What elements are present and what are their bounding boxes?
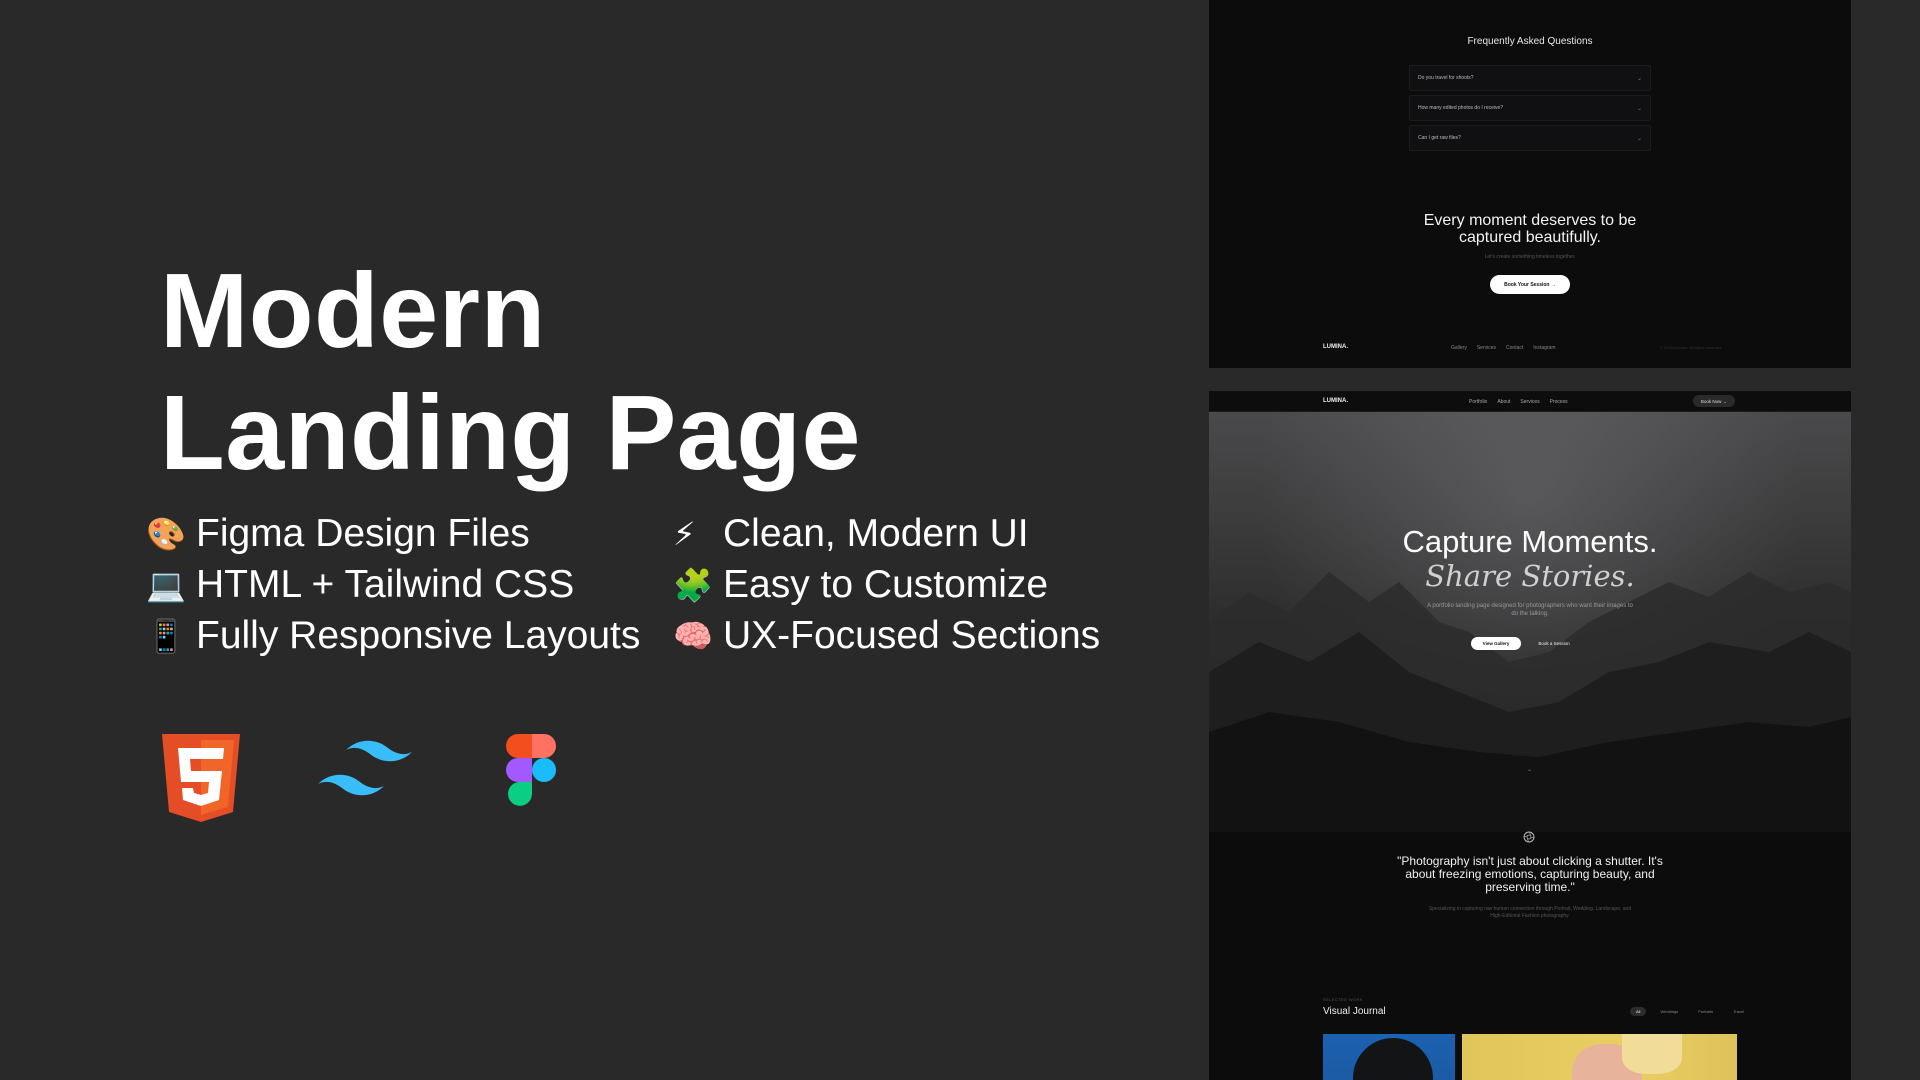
puzzle-icon: 🧩 bbox=[673, 565, 713, 604]
phone-icon: 📱 bbox=[146, 616, 186, 655]
feature-item: ⚡ Clean, Modern UI bbox=[673, 508, 1113, 559]
aperture-icon bbox=[1523, 831, 1535, 843]
chevron-down-icon: ⌄ bbox=[1636, 105, 1642, 112]
headline: Modern Landing Page bbox=[160, 250, 861, 494]
headline-line-2: Landing Page bbox=[160, 374, 861, 492]
footer-link-gallery[interactable]: Gallery bbox=[1451, 345, 1467, 351]
feature-item: 🧠 UX-Focused Sections bbox=[673, 610, 1113, 661]
chevron-down-icon: ⌄ bbox=[1636, 135, 1642, 142]
quote-subtext: Specializing in capturing raw human conn… bbox=[1428, 906, 1632, 919]
chevron-down-icon[interactable]: ⌄ bbox=[1527, 766, 1532, 773]
faq-item[interactable]: Can I get raw files? ⌄ bbox=[1409, 125, 1651, 151]
faq-question: How many edited photos do I receive? bbox=[1418, 105, 1504, 111]
feature-item: 🎨 Figma Design Files bbox=[146, 508, 673, 559]
work-title: Visual Journal bbox=[1323, 1006, 1386, 1017]
faq-list: Do you travel for shoots? ⌄ How many edi… bbox=[1409, 65, 1651, 155]
portrait-hair bbox=[1622, 1034, 1682, 1074]
cta-subtext: Let's create something timeless together… bbox=[1484, 254, 1576, 260]
book-session-link[interactable]: Book a Session bbox=[1529, 637, 1579, 650]
figma-icon bbox=[506, 734, 556, 806]
feature-list: 🎨 Figma Design Files ⚡ Clean, Modern UI 💻 H… bbox=[146, 508, 1113, 661]
feature-label: HTML + Tailwind CSS bbox=[196, 562, 575, 606]
html5-icon bbox=[162, 734, 240, 822]
portrait-silhouette bbox=[1353, 1038, 1433, 1080]
cta-heading-line-2: captured beautifully. bbox=[1458, 229, 1601, 246]
book-session-button[interactable]: Book Your Session → bbox=[1490, 275, 1570, 294]
filter-all[interactable]: All bbox=[1630, 1007, 1647, 1016]
view-gallery-button[interactable]: View Gallery bbox=[1471, 637, 1521, 650]
preview-hero-page: LUMINA. Portfolio About Services Process… bbox=[1209, 391, 1851, 1080]
footer-link-services[interactable]: Services bbox=[1477, 345, 1496, 351]
hero-title: Capture Moments. bbox=[1402, 524, 1658, 559]
cta-heading-line-1: Every moment deserves to be bbox=[1423, 212, 1637, 229]
filter-travel[interactable]: Travel bbox=[1727, 1007, 1750, 1016]
book-now-button[interactable]: Book Now → bbox=[1693, 395, 1735, 407]
brain-icon: 🧠 bbox=[673, 616, 713, 655]
feature-item: 📱 Fully Responsive Layouts bbox=[146, 610, 673, 661]
preview-footer: LUMINA. Gallery Services Contact Instagr… bbox=[1209, 342, 1851, 354]
nav-brand[interactable]: LUMINA. bbox=[1323, 398, 1348, 404]
nav-link-process[interactable]: Process bbox=[1550, 399, 1568, 405]
feature-label: Easy to Customize bbox=[723, 562, 1049, 606]
tech-logos bbox=[162, 734, 556, 822]
chevron-down-icon: ⌄ bbox=[1636, 75, 1642, 82]
footer-link-contact[interactable]: Contact bbox=[1506, 345, 1523, 351]
filter-portraits[interactable]: Portraits bbox=[1692, 1007, 1719, 1016]
work-filters: All Weddings Portraits Travel bbox=[1630, 1007, 1750, 1016]
feature-label: Clean, Modern UI bbox=[723, 511, 1029, 555]
quote-text: "Photography isn't just about clicking a… bbox=[1397, 854, 1663, 894]
feature-label: UX-Focused Sections bbox=[723, 613, 1101, 657]
hero-subtitle: Share Stories. bbox=[1425, 559, 1635, 593]
gallery-photo[interactable] bbox=[1323, 1034, 1455, 1080]
faq-item[interactable]: Do you travel for shoots? ⌄ bbox=[1409, 65, 1651, 91]
cta-heading: Every moment deserves to be captured bea… bbox=[1209, 212, 1851, 246]
nav-link-about[interactable]: About bbox=[1497, 399, 1510, 405]
footer-copyright: © 2025 Lumina. All rights reserved. bbox=[1660, 345, 1723, 350]
footer-link-instagram[interactable]: Instagram bbox=[1533, 345, 1555, 351]
headline-line-1: Modern bbox=[160, 252, 546, 370]
palette-icon: 🎨 bbox=[146, 514, 186, 553]
preview-navbar: LUMINA. Portfolio About Services Process… bbox=[1209, 391, 1851, 412]
lightning-icon: ⚡ bbox=[673, 514, 696, 553]
faq-question: Do you travel for shoots? bbox=[1418, 75, 1474, 81]
tailwind-icon bbox=[318, 740, 412, 796]
nav-link-services[interactable]: Services bbox=[1520, 399, 1539, 405]
filter-weddings[interactable]: Weddings bbox=[1654, 1007, 1684, 1016]
hero-description: A portfolio landing page designed for ph… bbox=[1427, 603, 1633, 617]
nav-links: Portfolio About Services Process bbox=[1469, 399, 1568, 405]
laptop-icon: 💻 bbox=[146, 565, 186, 604]
work-eyebrow: SELECTED WORK bbox=[1323, 997, 1363, 1002]
faq-title: Frequently Asked Questions bbox=[1467, 36, 1593, 47]
feature-item: 💻 HTML + Tailwind CSS bbox=[146, 559, 673, 610]
feature-label: Fully Responsive Layouts bbox=[196, 613, 641, 657]
preview-faq-footer: Frequently Asked Questions Do you travel… bbox=[1209, 0, 1851, 368]
nav-link-portfolio[interactable]: Portfolio bbox=[1469, 399, 1487, 405]
faq-item[interactable]: How many edited photos do I receive? ⌄ bbox=[1409, 95, 1651, 121]
feature-label: Figma Design Files bbox=[196, 511, 530, 555]
feature-item: 🧩 Easy to Customize bbox=[673, 559, 1113, 610]
footer-brand[interactable]: LUMINA. bbox=[1323, 344, 1348, 350]
faq-question: Can I get raw files? bbox=[1418, 135, 1461, 141]
footer-links: Gallery Services Contact Instagram bbox=[1451, 345, 1556, 351]
gallery-photo[interactable] bbox=[1462, 1034, 1737, 1080]
